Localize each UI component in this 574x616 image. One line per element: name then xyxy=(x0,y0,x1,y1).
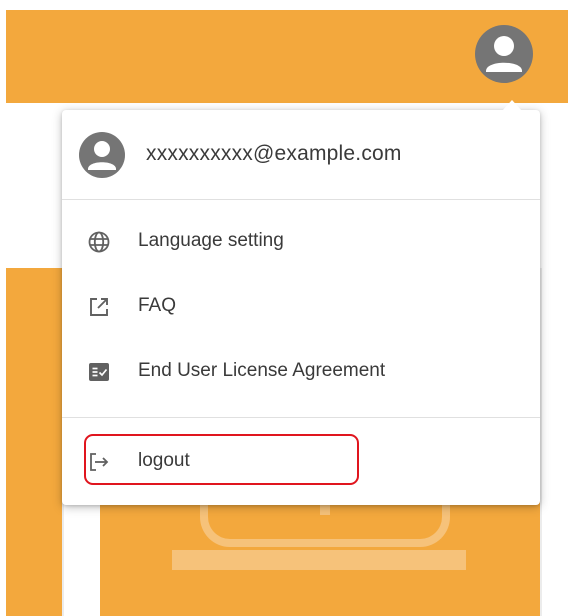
menu-item-label: FAQ xyxy=(138,295,177,316)
menu-item-eula[interactable]: End User License Agreement xyxy=(62,343,540,399)
user-avatar xyxy=(79,132,125,178)
dropdown-caret xyxy=(502,100,522,111)
background-panel-left xyxy=(6,268,62,616)
menu-item-language-setting[interactable]: Language setting xyxy=(62,213,540,269)
menu-item-label: End User License Agreement xyxy=(138,360,386,381)
menu-item-label: logout xyxy=(138,450,190,471)
laptop-illustration-base xyxy=(172,550,466,570)
license-icon xyxy=(89,363,109,381)
background-divider xyxy=(540,268,542,616)
person-icon xyxy=(88,141,116,170)
menu-item-faq[interactable]: FAQ xyxy=(62,278,540,334)
user-info-row: xxxxxxxxxx@example.com xyxy=(62,110,540,199)
menu-divider xyxy=(62,199,540,200)
globe-icon xyxy=(88,231,110,253)
menu-divider xyxy=(62,417,540,418)
logout-icon xyxy=(90,453,109,471)
open-external-icon xyxy=(90,298,108,316)
user-email: xxxxxxxxxx@example.com xyxy=(146,142,402,165)
account-avatar-button[interactable] xyxy=(475,25,533,83)
person-icon xyxy=(486,36,522,72)
account-dropdown-menu: xxxxxxxxxx@example.com Language setting … xyxy=(62,110,540,505)
menu-item-label: Language setting xyxy=(138,230,284,251)
menu-item-logout[interactable]: logout xyxy=(62,433,540,489)
